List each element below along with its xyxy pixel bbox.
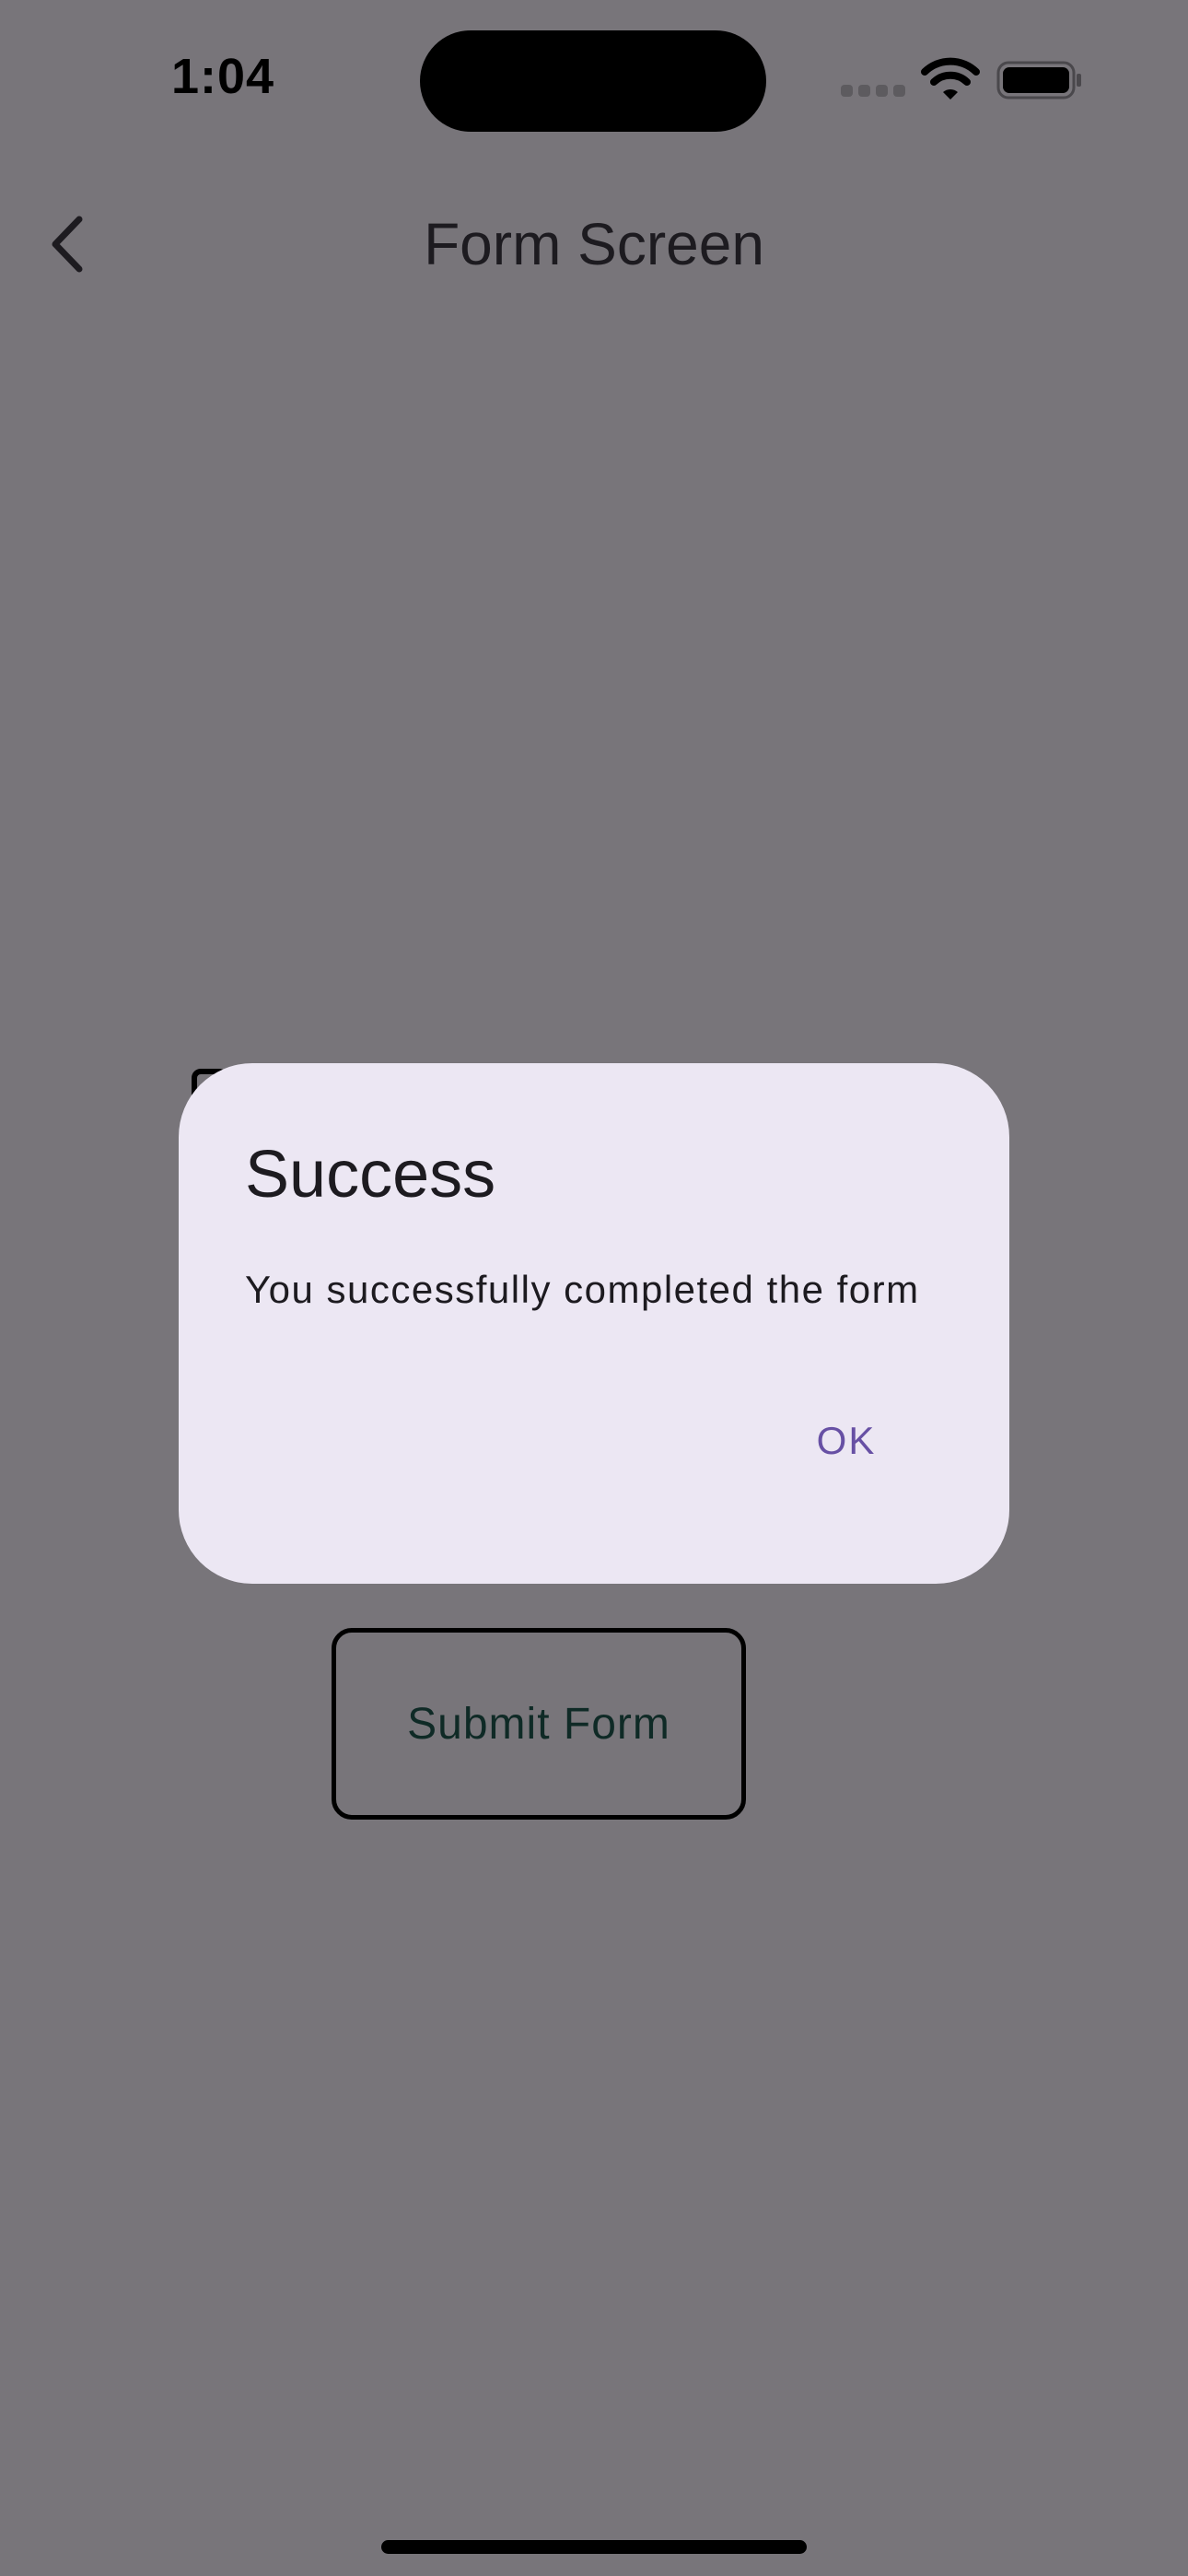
battery-icon (996, 61, 1083, 100)
ok-button[interactable]: OK (786, 1395, 906, 1487)
status-time: 1:04 (171, 49, 275, 104)
success-dialog: Success You successfully completed the f… (179, 1063, 1009, 1584)
dialog-message: You successfully completed the form (245, 1268, 920, 1311)
home-indicator[interactable] (381, 2540, 807, 2554)
submit-form-button[interactable]: Submit Form (332, 1628, 746, 1820)
app-bar: Form Screen (0, 184, 1188, 304)
wifi-icon (921, 57, 980, 101)
status-bar: 1:04 (0, 0, 1188, 147)
dynamic-island (420, 30, 766, 132)
signal-icon (841, 85, 905, 98)
dialog-title: Success (245, 1138, 496, 1212)
page-title: Form Screen (424, 211, 764, 277)
